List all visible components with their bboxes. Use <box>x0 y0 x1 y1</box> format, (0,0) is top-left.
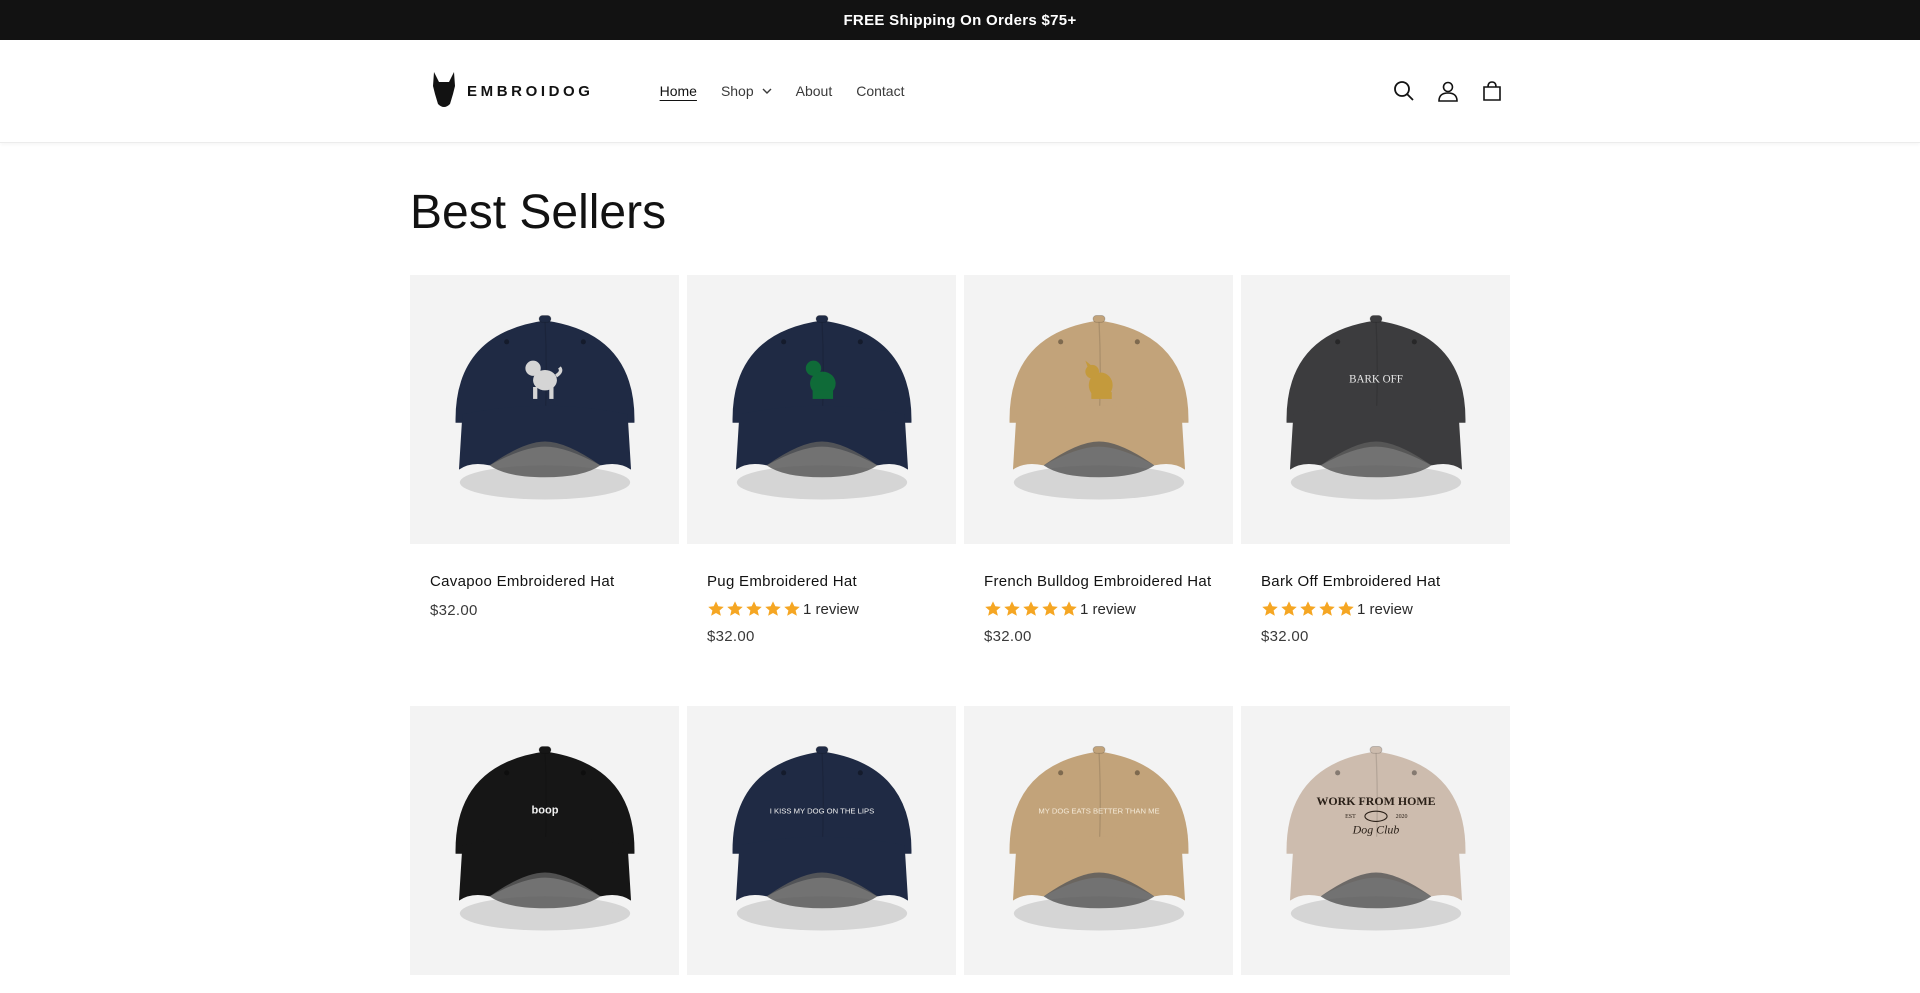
site-header: EMBROIDOG Home Shop About Contact <box>0 40 1920 143</box>
product-rating: 1 review <box>1261 600 1490 618</box>
product-info: Pug Embroidered Hat 1 review $32.00 <box>687 544 956 670</box>
product-title[interactable]: Pug Embroidered Hat <box>707 572 936 592</box>
star-icon <box>1003 600 1021 618</box>
star-icon <box>764 600 782 618</box>
hat-image-icon <box>455 314 634 499</box>
star-icon <box>745 600 763 618</box>
product-card[interactable]: BARK OFF Bark Off Embroidered Hat 1 review… <box>1241 275 1510 670</box>
dog-head-logo-icon <box>433 72 455 107</box>
product-image[interactable]: BARK OFF <box>1241 275 1510 544</box>
hat-design-text: BARK OFF <box>1349 373 1403 385</box>
star-icon <box>1337 600 1355 618</box>
announcement-bar: FREE Shipping On Orders $75+ <box>0 0 1920 40</box>
product-card[interactable]: MY DOG EATS BETTER THAN ME <box>964 706 1233 975</box>
nav-shop-label: Shop <box>720 83 754 99</box>
brand-logo[interactable]: EMBROIDOG <box>431 72 594 110</box>
hat-image-icon <box>1009 314 1188 499</box>
product-price: $32.00 <box>984 628 1032 645</box>
product-info: Cavapoo Embroidered Hat $32.00 <box>410 544 679 670</box>
star-icon <box>1299 600 1317 618</box>
svg-text:2020: 2020 <box>1395 814 1407 820</box>
hat-image-icon: WORK FROM HOME EST 2020 Dog Club <box>1286 745 1465 930</box>
product-info: French Bulldog Embroidered Hat 1 review $3… <box>964 544 1233 670</box>
star-icon <box>1261 600 1279 618</box>
star-icon <box>726 600 744 618</box>
product-price: $32.00 <box>1261 628 1309 645</box>
hat-design-text: MY DOG EATS BETTER THAN ME <box>1038 806 1159 815</box>
hat-image-icon: I KISS MY DOG ON THE LIPS <box>732 745 911 930</box>
nav-contact[interactable]: Contact <box>844 83 916 99</box>
nav-about[interactable]: About <box>784 83 845 99</box>
hat-design-text: boop <box>531 804 558 816</box>
star-icon <box>1318 600 1336 618</box>
review-count: 1 review <box>1080 600 1136 618</box>
chevron-down-icon <box>762 88 772 94</box>
product-info: Bark Off Embroidered Hat 1 review $32.00 <box>1241 544 1510 670</box>
hat-image-icon: boop <box>455 745 634 930</box>
best-sellers-section: Best Sellers Cavapoo Embroidered Hat $32.… <box>410 143 1510 975</box>
product-image[interactable]: I KISS MY DOG ON THE LIPS <box>687 706 956 975</box>
product-price: $32.00 <box>430 602 478 619</box>
review-count: 1 review <box>1357 600 1413 618</box>
product-image[interactable] <box>410 275 679 544</box>
hat-image-icon <box>732 314 911 499</box>
svg-text:EST: EST <box>1345 814 1356 820</box>
product-card[interactable]: French Bulldog Embroidered Hat 1 review $3… <box>964 275 1233 670</box>
cart-icon[interactable] <box>1480 79 1504 103</box>
review-count: 1 review <box>803 600 859 618</box>
star-icon <box>1041 600 1059 618</box>
product-price: $32.00 <box>707 628 755 645</box>
product-card[interactable]: Cavapoo Embroidered Hat $32.00 <box>410 275 679 670</box>
product-title[interactable]: French Bulldog Embroidered Hat <box>984 572 1213 592</box>
star-icon <box>984 600 1002 618</box>
header-icons <box>1392 79 1504 103</box>
main-nav: Home Shop About Contact <box>648 83 917 99</box>
star-icon <box>1022 600 1040 618</box>
announcement-text: FREE Shipping On Orders $75+ <box>843 11 1077 29</box>
star-icon <box>1060 600 1078 618</box>
product-rating: 1 review <box>984 600 1213 618</box>
star-icon <box>707 600 725 618</box>
svg-text:Dog Club: Dog Club <box>1351 822 1399 836</box>
product-rating: 1 review <box>707 600 936 618</box>
star-icon <box>1280 600 1298 618</box>
account-icon[interactable] <box>1436 79 1460 103</box>
hat-image-icon: MY DOG EATS BETTER THAN ME <box>1009 745 1188 930</box>
product-image[interactable]: MY DOG EATS BETTER THAN ME <box>964 706 1233 975</box>
product-card[interactable]: I KISS MY DOG ON THE LIPS <box>687 706 956 975</box>
product-title[interactable]: Bark Off Embroidered Hat <box>1261 572 1490 592</box>
nav-home[interactable]: Home <box>648 83 709 99</box>
brand-name: EMBROIDOG <box>467 82 594 100</box>
product-card[interactable]: WORK FROM HOME EST 2020 Dog Club <box>1241 706 1510 975</box>
hat-design-text: I KISS MY DOG ON THE LIPS <box>769 806 873 815</box>
product-image[interactable]: boop <box>410 706 679 975</box>
product-image[interactable]: WORK FROM HOME EST 2020 Dog Club <box>1241 706 1510 975</box>
product-card[interactable]: Pug Embroidered Hat 1 review $32.00 <box>687 275 956 670</box>
product-image[interactable] <box>687 275 956 544</box>
product-grid: Cavapoo Embroidered Hat $32.00 Pug Embroid… <box>410 275 1510 975</box>
hat-image-icon: BARK OFF <box>1286 314 1465 499</box>
star-icon <box>783 600 801 618</box>
section-title: Best Sellers <box>410 186 667 239</box>
search-icon[interactable] <box>1392 79 1416 103</box>
nav-shop[interactable]: Shop <box>709 83 784 99</box>
hat-design-text: WORK FROM HOME <box>1316 794 1435 808</box>
product-image[interactable] <box>964 275 1233 544</box>
product-title[interactable]: Cavapoo Embroidered Hat <box>430 572 659 592</box>
product-card[interactable]: boop <box>410 706 679 975</box>
